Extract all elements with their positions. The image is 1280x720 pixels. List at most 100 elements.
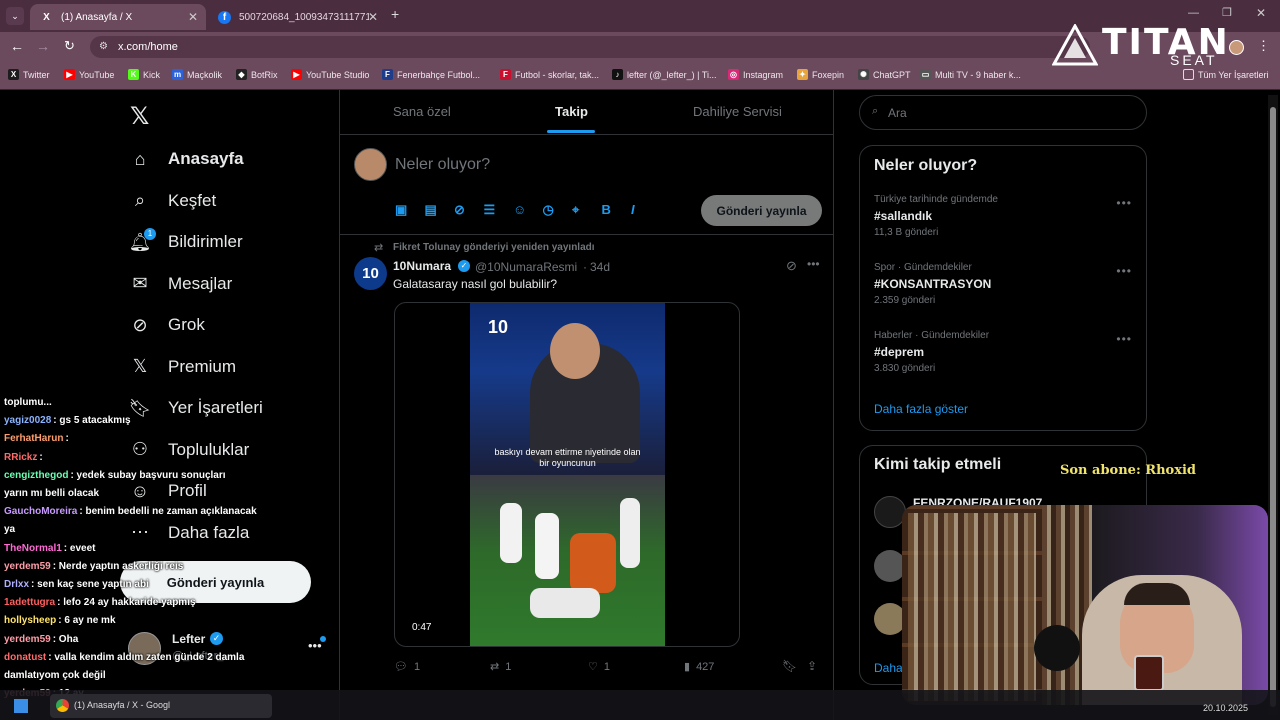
profile-avatar-icon[interactable] xyxy=(1229,40,1244,55)
bookmark-item[interactable]: ♪ lefter (@_lefter_) | Ti... xyxy=(612,69,717,80)
tweet-video[interactable]: 10 baskıyı devam ettirme niyetinde olan … xyxy=(394,302,740,647)
menu-icon[interactable]: ⋮ xyxy=(1257,38,1270,54)
reply-button[interactable]: 💬︎ 1 xyxy=(394,660,420,674)
bold-icon[interactable]: B xyxy=(602,202,611,217)
chat-message: RRickz: xyxy=(4,452,43,463)
bookmark-item[interactable]: ✦ Foxepin xyxy=(797,69,844,80)
composer-avatar xyxy=(354,148,387,181)
grok-icon[interactable]: ⊘ xyxy=(786,258,797,274)
tab-for-you[interactable]: Sana özel xyxy=(393,104,451,119)
bookmark-item[interactable]: ◎ Instagram xyxy=(728,69,783,80)
nav-item-1[interactable]: ⌕ Keşfet xyxy=(128,185,216,217)
location-icon[interactable]: ⌖ xyxy=(572,202,579,218)
search-input[interactable]: ⌕ Ara xyxy=(859,95,1147,130)
all-bookmarks-button[interactable]: Tüm Yer İşaretleri xyxy=(1183,69,1269,80)
bookmark-item[interactable]: F Futbol - skorlar, tak... xyxy=(500,69,599,80)
show-more-link[interactable]: Daha fazla göster xyxy=(874,402,968,416)
more-icon[interactable]: ••• xyxy=(1116,196,1132,210)
nav-item-2[interactable]: 🔔︎ 1 Bildirimler xyxy=(128,226,243,258)
repost-button[interactable]: ⇄ 1 xyxy=(490,660,511,674)
maximize-icon[interactable]: ❐ xyxy=(1222,6,1232,19)
chat-username: RRickz xyxy=(4,451,38,463)
last-subscriber-label: Son abone: Rhoxid xyxy=(1060,463,1196,478)
chat-text: : benim bedelli ne zaman açıklanacak xyxy=(79,506,257,518)
back-icon[interactable]: ← xyxy=(10,38,24,54)
tweet-avatar[interactable]: 10 xyxy=(354,257,387,290)
views-button[interactable]: ▮ 427 xyxy=(684,660,714,674)
tab-list-icon[interactable]: ⌄ xyxy=(6,7,24,25)
bookmark-icon[interactable]: 🔖︎ xyxy=(782,659,797,673)
emoji-icon[interactable]: ☺ xyxy=(513,202,526,217)
site-info-icon[interactable]: ⚙ xyxy=(99,36,108,58)
show-more-follow-link[interactable]: Daha xyxy=(874,661,903,675)
tab-following[interactable]: Takip xyxy=(555,104,588,119)
italic-icon[interactable]: I xyxy=(631,202,635,217)
chart-icon: ▮ xyxy=(684,661,691,673)
scrollbar-thumb[interactable] xyxy=(1270,107,1276,707)
reload-icon[interactable]: ↻ xyxy=(64,38,75,54)
trend-item[interactable]: Spor · Gündemdekiler #KONSANTRASYON 2.359 … xyxy=(860,262,1146,322)
tweet-author-name[interactable]: 10Numara xyxy=(393,259,451,273)
grok-icon[interactable]: ⊘ xyxy=(454,202,465,218)
trend-title: #deprem xyxy=(874,345,925,359)
more-icon[interactable]: ••• xyxy=(807,257,820,271)
repost-note[interactable]: Fikret Tolunay gönderiyi yeniden yayınla… xyxy=(393,242,595,253)
close-icon[interactable]: ✕ xyxy=(368,10,378,24)
bookmark-item[interactable]: m Maçkolik xyxy=(172,69,222,80)
tweet-author-handle[interactable]: @10NumaraResmi xyxy=(475,260,577,274)
image-icon[interactable]: ▣ xyxy=(395,202,407,218)
x-logo-icon[interactable]: 𝕏 xyxy=(130,102,149,130)
gif-icon[interactable]: ▤ xyxy=(425,202,437,218)
like-button[interactable]: ♡ 1 xyxy=(588,660,610,674)
browser-tab-facebook[interactable]: f 500720684_1009347311177126 ✕ xyxy=(208,4,386,30)
nav-item-6[interactable]: 🔖︎ Yer İşaretleri xyxy=(128,392,263,424)
compose-input[interactable]: Neler oluyor? xyxy=(395,156,490,174)
titan-brand-sub: SEAT xyxy=(1170,52,1218,68)
chat-text: : xyxy=(39,451,43,463)
windows-start-icon[interactable] xyxy=(14,699,28,713)
forward-icon[interactable]: → xyxy=(36,38,50,54)
nav-item-5[interactable]: 𝕏 Premium xyxy=(128,351,236,383)
poll-icon[interactable]: ☰ xyxy=(484,202,496,218)
bookmark-item[interactable]: ▶ YouTube Studio xyxy=(291,69,369,80)
more-icon[interactable]: ••• xyxy=(1116,264,1132,278)
nav-item-label: Yer İşaretleri xyxy=(168,398,263,417)
schedule-icon[interactable]: ◷ xyxy=(543,202,554,218)
trend-count: 3.830 gönderi xyxy=(874,363,936,374)
window-close-icon[interactable]: ✕ xyxy=(1256,6,1266,20)
address-bar[interactable]: ⚙ x.com/home xyxy=(90,36,1090,58)
nav-item-4[interactable]: ⊘ Grok xyxy=(128,309,204,341)
compose-post-button[interactable]: Gönderi yayınla xyxy=(701,195,822,226)
nav-item-label: Daha fazla xyxy=(168,522,250,542)
nav-item-9[interactable]: ⋯ Daha fazla xyxy=(128,517,249,549)
nav-item-3[interactable]: ✉ Mesajlar xyxy=(128,268,232,300)
page-scrollbar[interactable] xyxy=(1268,95,1278,715)
bookmark-item[interactable]: ✺ ChatGPT xyxy=(858,69,911,80)
bookmark-item[interactable]: K Kick xyxy=(128,69,160,80)
trend-item[interactable]: Türkiye tarihinde gündemde #sallandık 11,3… xyxy=(860,194,1146,254)
composer-divider xyxy=(340,234,833,235)
close-icon[interactable]: ✕ xyxy=(188,10,198,24)
browser-tab-x[interactable]: X (1) Anasayfa / X ✕ xyxy=(30,4,206,30)
taskbar-item[interactable]: (1) Anasayfa / X - Googl xyxy=(50,694,272,718)
nav-item-0[interactable]: ⌂ Anasayfa xyxy=(128,143,244,175)
tweet-avatar-text: 10 xyxy=(362,265,379,282)
bookmark-item[interactable]: X Twitter xyxy=(8,69,50,80)
share-icon[interactable]: ⇪ xyxy=(807,659,817,673)
bookmark-label: Maçkolik xyxy=(187,69,223,80)
minimize-icon[interactable]: — xyxy=(1188,7,1199,19)
nav-item-7[interactable]: ⚇ Topluluklar xyxy=(128,434,249,466)
bookshelf-books xyxy=(908,513,1036,701)
chat-message: toplumu... xyxy=(4,397,52,408)
trend-item[interactable]: Haberler · Gündemdekiler #deprem 3.830 gön… xyxy=(860,330,1146,390)
bookmark-item[interactable]: ▭ Multi TV - 9 haber k... xyxy=(920,69,1021,80)
bookmark-item[interactable]: F Fenerbahçe Futbol... xyxy=(382,69,480,80)
tweet-time[interactable]: 34d xyxy=(590,260,610,274)
bookmark-item[interactable]: ◆ BotRix xyxy=(236,69,278,80)
chat-username: GauchoMoreira xyxy=(4,506,78,518)
more-icon[interactable]: ••• xyxy=(1116,332,1132,346)
repost-icon: ⇄ xyxy=(374,242,384,254)
tab-dahiliye-servisi[interactable]: Dahiliye Servisi xyxy=(693,104,782,119)
bookmark-item[interactable]: ▶ YouTube xyxy=(64,69,114,80)
new-tab-icon[interactable]: + xyxy=(391,6,399,22)
